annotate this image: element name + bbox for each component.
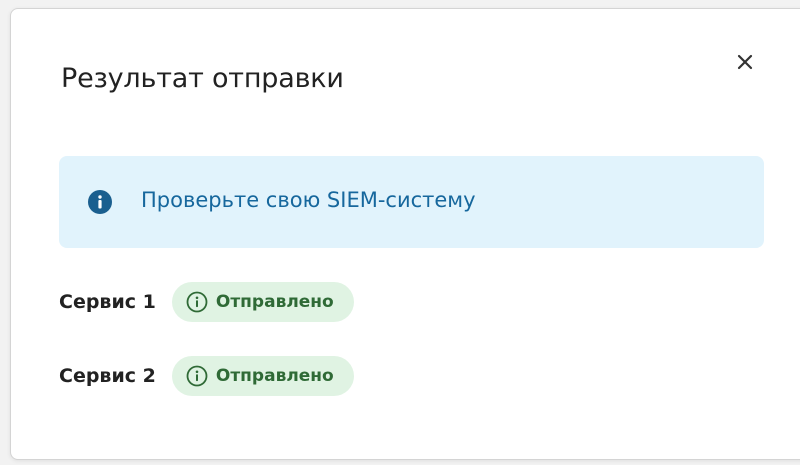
status-badge: Отправлено (171, 282, 354, 322)
status-text: Отправлено (215, 366, 334, 386)
info-alert: Проверьте свою SIEM-систему (59, 156, 764, 248)
service-row: Сервис 1 Отправлено (59, 282, 354, 322)
close-icon[interactable] (730, 47, 760, 77)
dialog-title: Результат отправки (61, 63, 344, 94)
info-outline-icon (186, 291, 208, 313)
service-label: Сервис 1 (59, 291, 156, 313)
status-badge: Отправлено (171, 356, 354, 396)
send-result-dialog: Результат отправки Проверьте свою SIEM-с… (10, 8, 800, 460)
info-outline-icon (186, 365, 208, 387)
service-row: Сервис 2 Отправлено (59, 356, 354, 396)
service-label: Сервис 2 (59, 365, 156, 387)
status-text: Отправлено (215, 292, 334, 312)
info-message: Проверьте свою SIEM-систему (141, 188, 476, 212)
info-icon (88, 190, 112, 214)
